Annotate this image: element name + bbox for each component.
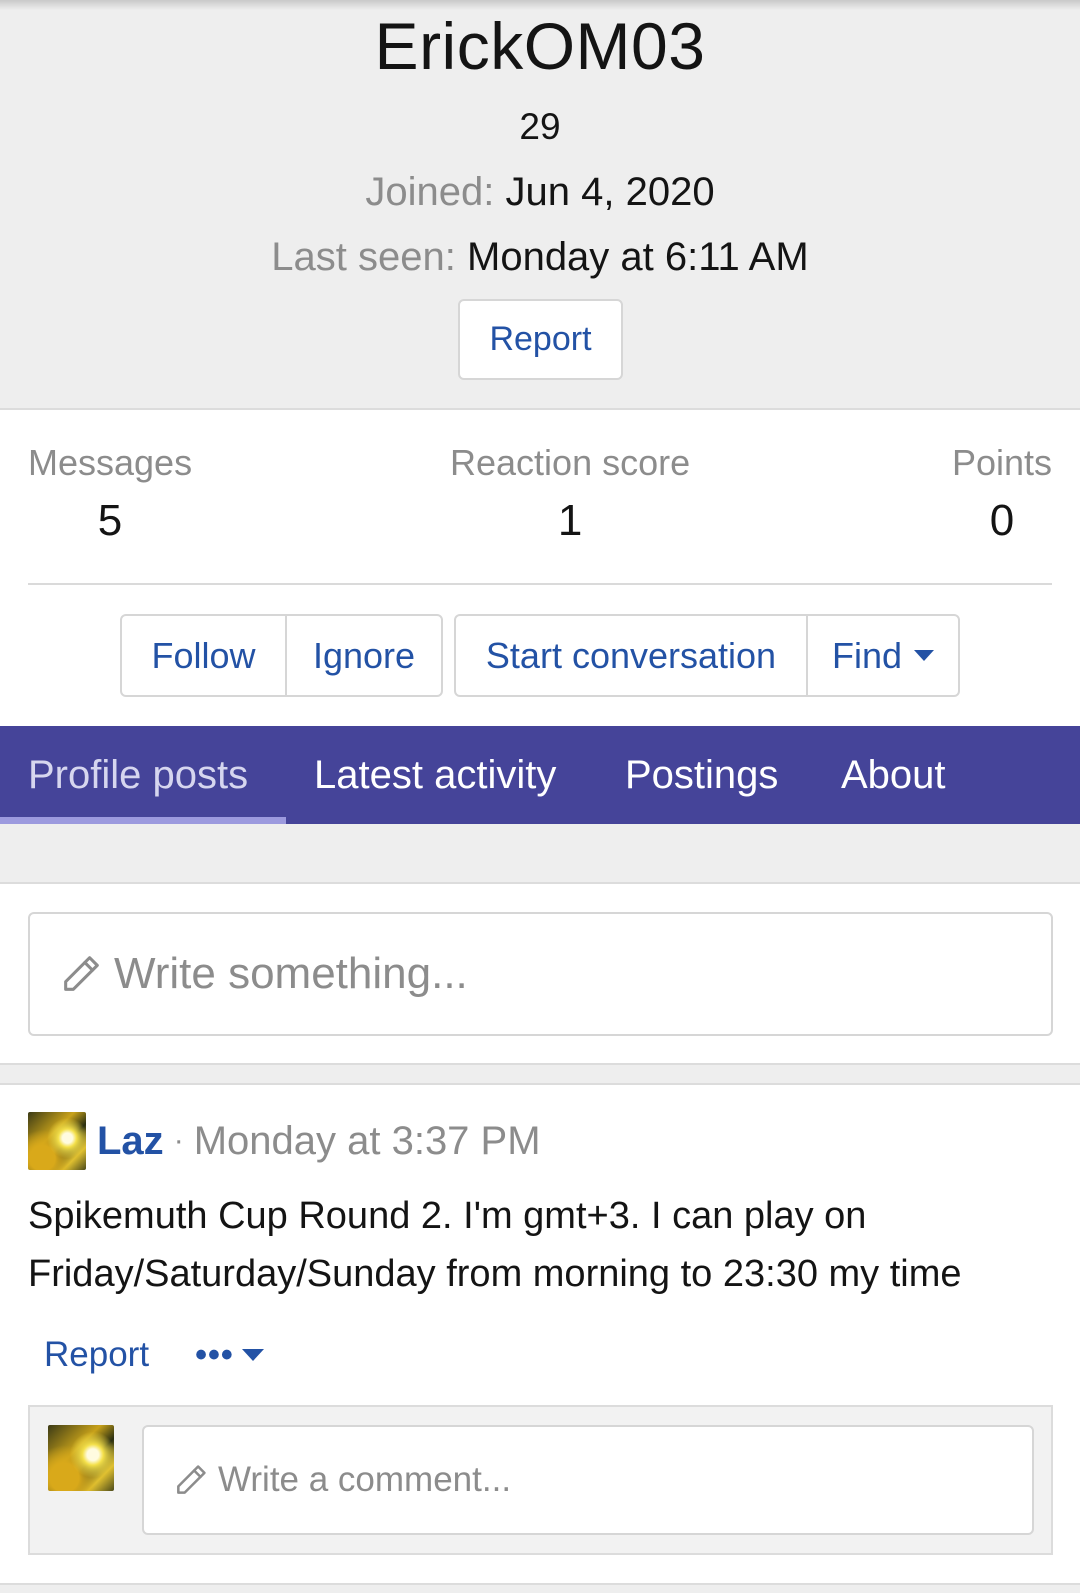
pencil-icon — [64, 956, 99, 991]
active-tab-indicator — [0, 817, 286, 824]
comment-area: Write a comment... — [28, 1405, 1053, 1555]
profile-username: ErickOM03 — [374, 9, 706, 83]
stat-reaction-score[interactable]: Reaction score 1 — [450, 442, 690, 546]
post-header: Laz · Monday at 3:37 PM — [28, 1111, 541, 1171]
post-author-link[interactable]: Laz — [97, 1119, 164, 1164]
section-spacer — [0, 824, 1080, 884]
tab-profile-posts[interactable]: Profile posts — [28, 726, 248, 824]
last-seen-value: Monday at 6:11 AM — [467, 235, 809, 279]
joined-line: Joined: Jun 4, 2020 — [0, 170, 1080, 215]
post-timestamp[interactable]: Monday at 3:37 PM — [194, 1119, 541, 1164]
write-something-placeholder: Write something... — [114, 949, 468, 998]
bottom-separator — [0, 1583, 1080, 1593]
conversation-find-group: Start conversation Find — [454, 614, 960, 697]
profile-tabs: Profile posts Latest activity Postings A… — [0, 726, 1080, 824]
posts-separator — [0, 1063, 1080, 1085]
meta-separator: · — [173, 1124, 184, 1157]
post-actions: Report ••• — [44, 1330, 264, 1380]
stats-divider — [28, 583, 1052, 585]
tab-postings[interactable]: Postings — [625, 726, 778, 824]
stat-points-label: Points — [951, 442, 1052, 483]
joined-label: Joined: — [365, 170, 495, 214]
more-dots-icon: ••• — [195, 1335, 234, 1374]
stat-messages-label: Messages — [28, 442, 193, 483]
find-dropdown-button[interactable]: Find — [806, 616, 958, 695]
joined-value: Jun 4, 2020 — [505, 170, 715, 214]
write-something-input[interactable]: Write something... — [28, 912, 1053, 1036]
last-seen-line: Last seen: Monday at 6:11 AM — [0, 235, 1080, 280]
post-body: Spikemuth Cup Round 2. I'm gmt+3. I can … — [28, 1195, 962, 1295]
profile-stats: Messages 5 Reaction score 1 Points 0 — [0, 412, 1080, 587]
ignore-button[interactable]: Ignore — [285, 616, 441, 695]
author-avatar[interactable] — [28, 1112, 86, 1170]
write-comment-input[interactable]: Write a comment... — [142, 1425, 1034, 1535]
stat-messages[interactable]: Messages 5 — [28, 442, 192, 546]
tab-latest-activity[interactable]: Latest activity — [314, 726, 556, 824]
report-post-link[interactable]: Report — [44, 1335, 149, 1375]
start-conversation-button[interactable]: Start conversation — [456, 616, 806, 695]
caret-down-icon — [914, 650, 935, 661]
commenter-avatar — [48, 1425, 114, 1491]
report-profile-button[interactable]: Report — [458, 299, 623, 380]
last-seen-label: Last seen: — [271, 235, 456, 279]
follow-button[interactable]: Follow — [122, 616, 285, 695]
stat-points[interactable]: Points 0 — [952, 442, 1052, 546]
stat-messages-value: 5 — [97, 496, 123, 545]
pencil-icon — [177, 1465, 206, 1494]
caret-down-icon — [241, 1349, 264, 1361]
follow-ignore-group: Follow Ignore — [120, 614, 443, 697]
write-comment-placeholder: Write a comment... — [218, 1460, 512, 1499]
stat-points-value: 0 — [989, 496, 1015, 545]
profile-header: ErickOM03 29 Joined: Jun 4, 2020 Last se… — [0, 0, 1080, 410]
profile-age: 29 — [519, 106, 561, 147]
more-options-button[interactable]: ••• — [195, 1336, 264, 1375]
tab-about[interactable]: About — [841, 726, 946, 824]
stat-reaction-label: Reaction score — [450, 442, 691, 483]
stat-reaction-value: 1 — [557, 496, 583, 545]
find-label: Find — [831, 634, 903, 676]
